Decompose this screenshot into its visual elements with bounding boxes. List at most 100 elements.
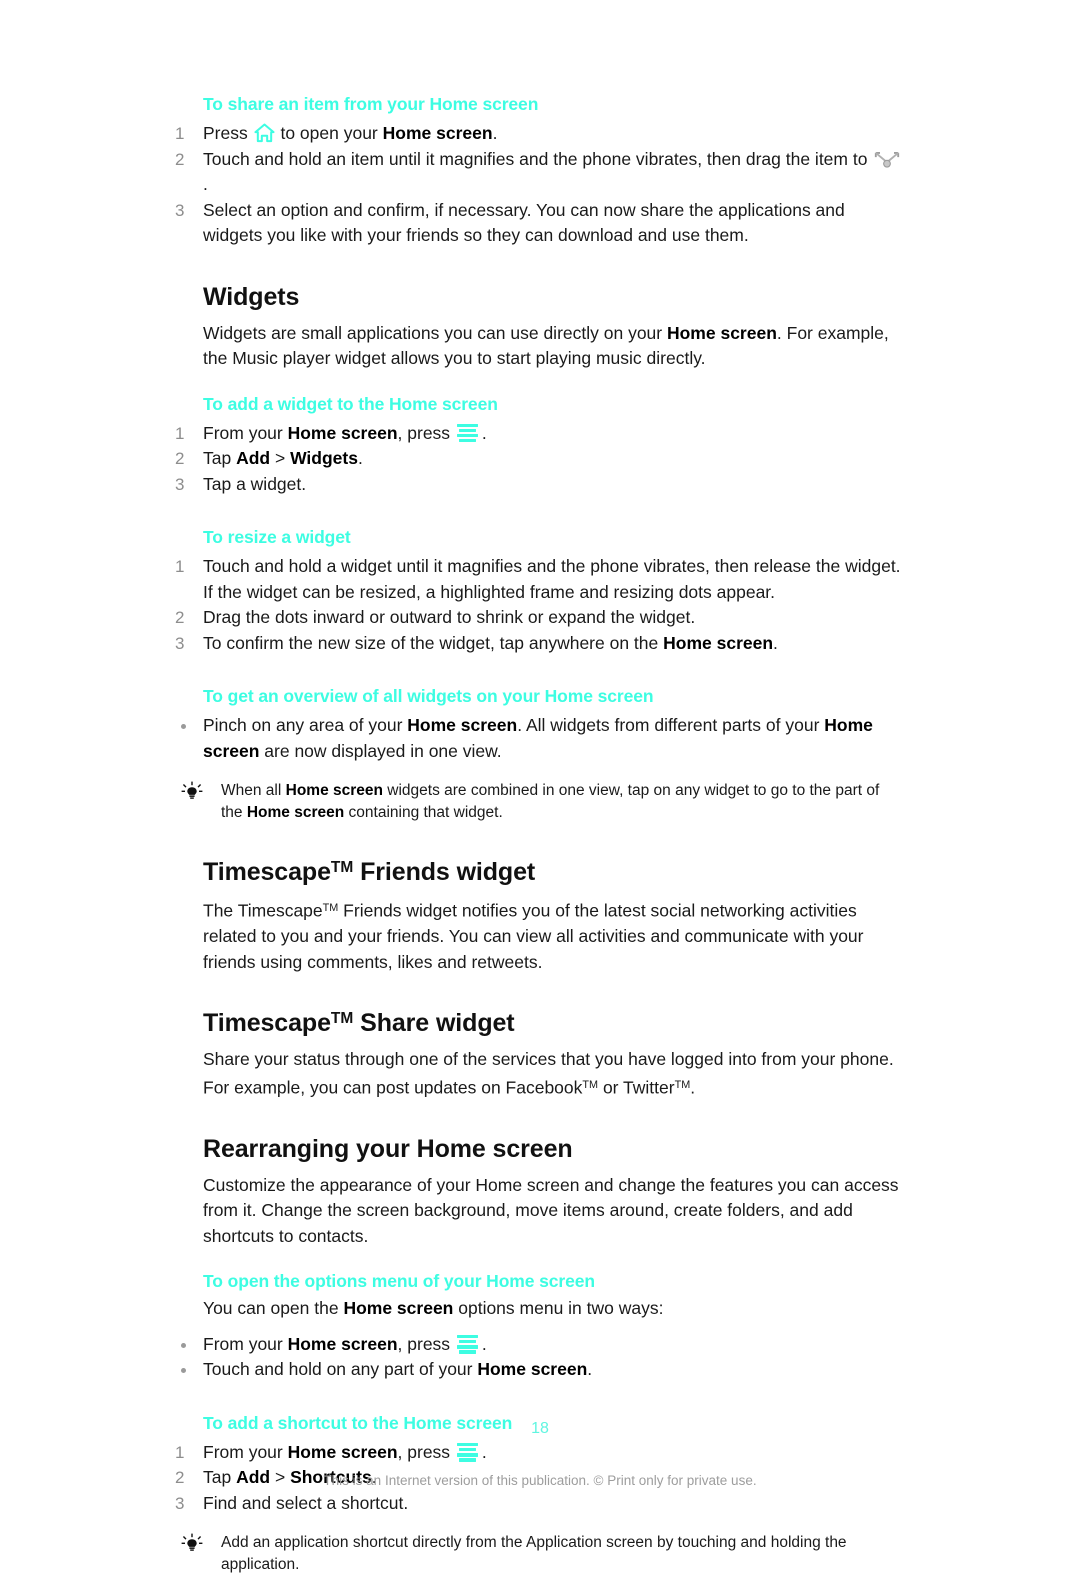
section-heading-overview-widgets: To get an overview of all widgets on you… xyxy=(203,686,654,706)
bullet-dot xyxy=(181,1368,186,1374)
bullet-dot xyxy=(181,1342,186,1348)
step-text: Select an option and confirm, if necessa… xyxy=(203,199,845,246)
step-number: 2 xyxy=(175,449,185,468)
paragraph-timescape-friends: The TimescapeTM Friends widget notifies … xyxy=(203,896,905,975)
bullet-dot xyxy=(181,724,186,729)
step-emphasis: Home screen xyxy=(382,123,493,143)
page-title-timescape-share: TimescapeTM Share widget xyxy=(203,1009,905,1038)
step-text-suffix: . xyxy=(773,632,778,653)
tip-emphasis-2: Home screen xyxy=(246,804,345,821)
lightbulb-icon xyxy=(181,781,203,803)
tip-text: When all xyxy=(221,782,286,799)
document-page: To share an item from your Home screen 1… xyxy=(0,0,1080,1573)
tip-text: Add an application shortcut directly fro… xyxy=(221,1534,847,1574)
step-text: To confirm the new size of the widget, t… xyxy=(203,632,664,653)
title-text-end: Friends widget xyxy=(353,858,536,886)
trademark-symbol: TM xyxy=(330,1010,354,1028)
paragraph-timescape-share: Share your status through one of the ser… xyxy=(203,1047,905,1101)
list-item: 2 Drag the dots inward or outward to shr… xyxy=(175,605,905,631)
bullet-text-mid: . All widgets from different parts of yo… xyxy=(517,715,825,735)
step-number: 3 xyxy=(175,633,185,653)
bullet-text: Touch and hold on any part of your xyxy=(203,1359,478,1380)
list-item: Touch and hold on any part of your Home … xyxy=(175,1357,905,1383)
section-heading-add-widget: To add a widget to the Home screen xyxy=(203,393,498,414)
bullet-text-suffix: . xyxy=(481,1333,487,1354)
paragraph-text: Widgets are small applications you can u… xyxy=(203,322,667,343)
step-text: Touch and hold an item until it magnifie… xyxy=(203,148,873,169)
paragraph-widgets-intro: Widgets are small applications you can u… xyxy=(203,321,905,372)
steps-resize-widget: 1 Touch and hold a widget until it magni… xyxy=(175,554,905,656)
trademark-symbol: TM xyxy=(322,902,339,914)
step-emphasis: Home screen xyxy=(287,1441,398,1462)
step-text-suffix: . xyxy=(481,422,487,443)
trademark-symbol: TM xyxy=(674,1078,691,1091)
step-number: 2 xyxy=(175,149,185,169)
section-heading-options-menu: To open the options menu of your Home sc… xyxy=(203,1271,595,1292)
step-emphasis: Add xyxy=(236,448,271,468)
page-number: 18 xyxy=(531,1420,549,1437)
step-text: From your xyxy=(203,1441,288,1462)
list-item: From your Home screen, press . xyxy=(175,1332,905,1358)
paragraph-text-end: . xyxy=(690,1077,696,1098)
steps-add-widget: 1 From your Home screen, press . 2 Tap A… xyxy=(175,421,905,498)
list-item: 1 From your Home screen, press . xyxy=(175,421,905,447)
step-number: 3 xyxy=(175,200,185,220)
bullets-options-menu: From your Home screen, press . Touch and… xyxy=(175,1332,905,1383)
tip-callout-widgets-overview: When all Home screen widgets are combine… xyxy=(175,780,905,824)
paragraph-text: Share your status through one of the ser… xyxy=(203,1049,894,1098)
step-text-mid: to open your xyxy=(275,123,383,143)
list-item: 1 Press to open your Home screen. xyxy=(175,121,905,147)
menu-icon xyxy=(456,1334,481,1354)
step-text: Touch and hold a widget until it magnifi… xyxy=(203,556,901,602)
bullet-text: From your xyxy=(203,1333,288,1354)
step-number: 2 xyxy=(175,608,185,627)
step-text-mid: , press xyxy=(397,422,455,443)
paragraph-text: You can open the xyxy=(203,1298,344,1319)
steps-share-item: 1 Press to open your Home screen. 2 Touc… xyxy=(175,121,905,249)
step-emphasis: Home screen xyxy=(663,632,774,653)
title-text: Timescape xyxy=(203,858,331,886)
paragraph-emphasis: Home screen xyxy=(343,1298,454,1319)
page-content: To share an item from your Home screen 1… xyxy=(175,94,905,1576)
list-item: Pinch on any area of your Home screen. A… xyxy=(175,713,905,764)
title-text: Timescape xyxy=(203,1009,331,1038)
home-icon xyxy=(254,123,275,143)
step-text-mid: , press xyxy=(397,1441,455,1462)
bullet-emphasis: Home screen xyxy=(407,715,518,735)
list-item: 3 Tap a widget. xyxy=(175,472,905,498)
trademark-symbol: TM xyxy=(330,858,354,876)
share-icon xyxy=(873,150,901,168)
step-text: Tap a widget. xyxy=(203,473,307,494)
list-item: 1 Touch and hold a widget until it magni… xyxy=(175,554,905,605)
tip-callout-add-shortcut: Add an application shortcut directly fro… xyxy=(175,1532,905,1576)
title-text-end: Share widget xyxy=(353,1009,515,1038)
list-item: 3 Find and select a shortcut. xyxy=(175,1491,905,1517)
list-item: 2 Tap Add > Widgets. xyxy=(175,446,905,472)
section-heading-resize-widget: To resize a widget xyxy=(203,527,351,547)
paragraph-text-end: options menu in two ways: xyxy=(453,1298,664,1319)
step-number: 1 xyxy=(175,557,185,576)
step-number: 1 xyxy=(175,124,185,143)
paragraph-text-mid: or Twitter xyxy=(598,1077,675,1098)
step-text: Find and select a shortcut. xyxy=(203,1492,409,1513)
bullet-emphasis: Home screen xyxy=(477,1359,588,1380)
paragraph-emphasis: Home screen xyxy=(666,322,777,343)
section-heading-share-item: To share an item from your Home screen xyxy=(203,94,539,114)
menu-icon xyxy=(456,1442,481,1462)
step-emphasis: Home screen xyxy=(287,422,398,443)
bullet-text: Pinch on any area of your xyxy=(203,715,408,735)
page-title-widgets: Widgets xyxy=(203,282,300,311)
bullets-overview-widgets: Pinch on any area of your Home screen. A… xyxy=(175,713,905,764)
page-title-timescape-friends: TimescapeTM Friends widget xyxy=(203,858,905,887)
tip-text-suffix: containing that widget. xyxy=(344,804,503,821)
page-title-rearranging: Rearranging your Home screen xyxy=(203,1134,573,1163)
list-item: 2 Touch and hold an item until it magnif… xyxy=(175,147,905,198)
trademark-symbol: TM xyxy=(582,1078,599,1091)
step-text-suffix: . xyxy=(481,1441,487,1462)
bullet-emphasis: Home screen xyxy=(287,1333,398,1354)
footer-note: This is an Internet version of this publ… xyxy=(323,1473,757,1488)
step-text-end: . xyxy=(203,174,208,194)
step-number: 3 xyxy=(175,1493,185,1513)
step-number: 1 xyxy=(175,1442,185,1462)
step-text: Drag the dots inward or outward to shrin… xyxy=(203,607,696,627)
